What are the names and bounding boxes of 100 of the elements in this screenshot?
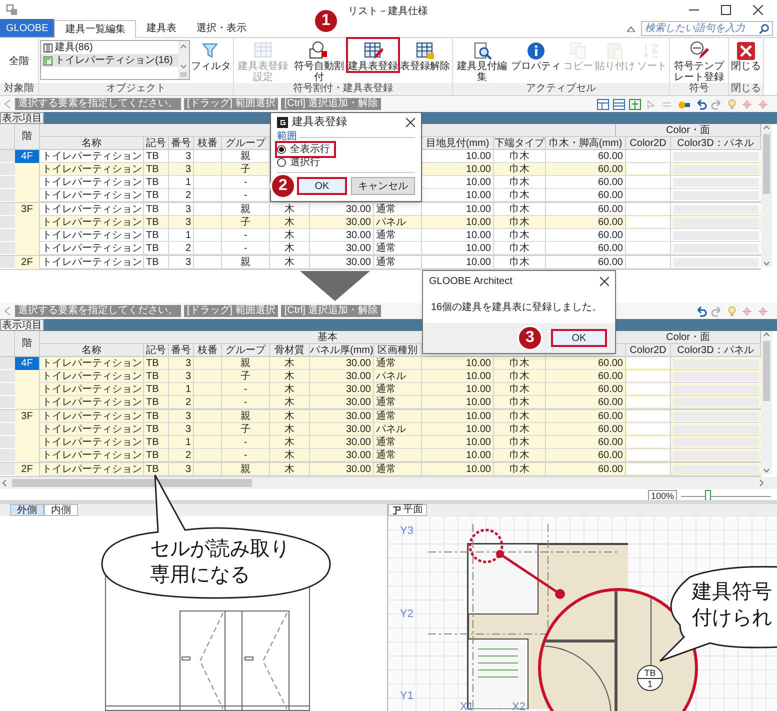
ribbon-button[interactable]: 建具表登録 [347,38,399,72]
radio-option[interactable]: 選択行 [277,156,324,169]
color-cell[interactable] [627,397,669,407]
color-swatch[interactable] [673,412,759,420]
table-cell[interactable]: 親 [222,256,270,268]
table-cell[interactable]: 30.00 [310,242,374,254]
color-swatch[interactable] [673,164,759,174]
table-cell[interactable]: 通常 [374,229,422,241]
row-header[interactable] [0,410,15,423]
table-cell[interactable]: 巾木 [494,150,546,162]
table-cell[interactable]: TB [144,176,169,188]
close-icon[interactable] [600,276,609,286]
color-cell[interactable] [627,411,669,421]
table-cell[interactable]: 60.00 [546,203,626,215]
crosshair-icon[interactable] [741,98,753,110]
table-cell[interactable]: 木 [270,203,310,215]
table-cell[interactable]: 巾木 [494,256,546,268]
horizontal-scrollbar[interactable] [0,477,766,489]
table-cell[interactable]: 10.00 [422,242,494,254]
table-cell[interactable]: 木 [270,242,310,254]
dialog-button[interactable]: キャンセル [351,177,415,195]
color-cell[interactable] [627,164,669,174]
table-layout-icon[interactable] [597,98,609,110]
ribbon-button[interactable]: 閉じる [730,38,762,72]
zoom-slider[interactable] [681,490,771,502]
table-cell[interactable]: 3 [169,163,194,175]
row-header[interactable] [0,256,15,269]
row-header[interactable] [0,357,15,370]
table-cell[interactable]: トイレパーティション [40,163,144,175]
color-swatch[interactable] [673,384,759,394]
search-icon[interactable] [759,24,769,34]
table-cell[interactable]: 3 [169,150,194,162]
floor-cell[interactable]: 4F [15,150,39,163]
ribbon-button[interactable]: 符号自動割付 [291,38,347,83]
crosshair-icon[interactable] [757,306,769,316]
color-tool-icon[interactable] [677,98,691,110]
color-swatch[interactable] [673,372,759,380]
undo-icon[interactable] [695,306,707,316]
table-cell[interactable]: TB [144,203,169,215]
row-header[interactable] [0,216,15,229]
object-list[interactable]: 建具(86) トイレパーティション(16) [40,40,190,80]
table-cell[interactable]: 30.00 [310,203,374,215]
dialog-button[interactable]: OK [297,177,347,195]
row-header[interactable] [0,396,15,409]
color-swatch[interactable] [673,178,759,186]
table-cell[interactable]: トイレパーティション [40,176,144,188]
table-cell[interactable]: 60.00 [546,256,626,268]
table-cell[interactable]: パネル [374,216,422,228]
table-cell[interactable]: 1 [169,176,194,188]
row-header[interactable] [0,463,15,476]
table-cell[interactable]: 子 [222,216,270,228]
view-tab[interactable]: 外側 [10,504,44,516]
table-add-icon[interactable] [629,98,641,110]
color-swatch[interactable] [673,464,759,474]
ribbon-button[interactable]: 符号テンプレート登録 [671,38,727,83]
table-cell[interactable]: 30.00 [310,216,374,228]
redo-icon[interactable] [711,306,723,316]
color-cell[interactable] [627,217,669,227]
ribbon-button[interactable]: 建具見付編集 [454,38,510,83]
object-list-item[interactable]: トイレパーティション(16) [41,54,178,67]
color-swatch[interactable] [673,450,759,460]
redo-icon[interactable] [711,98,723,110]
table-cell[interactable]: 1 [169,229,194,241]
ribbon-tab[interactable]: GLOOBE [0,19,54,37]
color-swatch[interactable] [673,190,759,200]
table-cell[interactable]: 通常 [374,256,422,268]
table-cell[interactable]: TB [144,163,169,175]
pointer-icon[interactable] [645,98,657,110]
crosshair-icon[interactable] [741,306,753,316]
table-cell[interactable]: 2 [169,189,194,201]
table-cell[interactable]: トイレパーティション [40,203,144,215]
table-cell[interactable]: 10.00 [422,229,494,241]
table-cell[interactable]: 巾木 [494,189,546,201]
table-cell[interactable]: 木 [270,216,310,228]
light-bulb-icon[interactable] [727,98,737,110]
color-cell[interactable] [627,358,669,368]
row-header[interactable] [0,423,15,436]
vertical-scrollbar[interactable] [761,331,772,474]
light-bulb-icon[interactable] [727,306,737,316]
table-cell[interactable]: 親 [222,203,270,215]
color-swatch[interactable] [673,218,759,226]
color-swatch[interactable] [673,152,759,160]
color-cell[interactable] [627,450,669,460]
table-cell[interactable]: トイレパーティション [40,189,144,201]
collapse-ribbon-icon[interactable] [627,26,635,32]
table-cell[interactable]: 10.00 [422,256,494,268]
table-cell[interactable]: 30.00 [310,229,374,241]
table-cell[interactable]: TB [144,189,169,201]
close-icon[interactable] [753,5,763,15]
table-cell[interactable]: - [222,242,270,254]
ribbon-tab[interactable]: 建具表 [136,19,186,37]
color-cell[interactable] [627,424,669,434]
table-cell[interactable]: 木 [270,256,310,268]
row-header[interactable] [0,189,15,202]
color-swatch[interactable] [673,230,759,240]
table-cell[interactable]: - [222,229,270,241]
table-cell[interactable]: TB [144,216,169,228]
table-cell[interactable]: 巾木 [494,216,546,228]
floor-cell[interactable]: 2F [15,463,39,476]
color-swatch[interactable] [673,244,759,252]
